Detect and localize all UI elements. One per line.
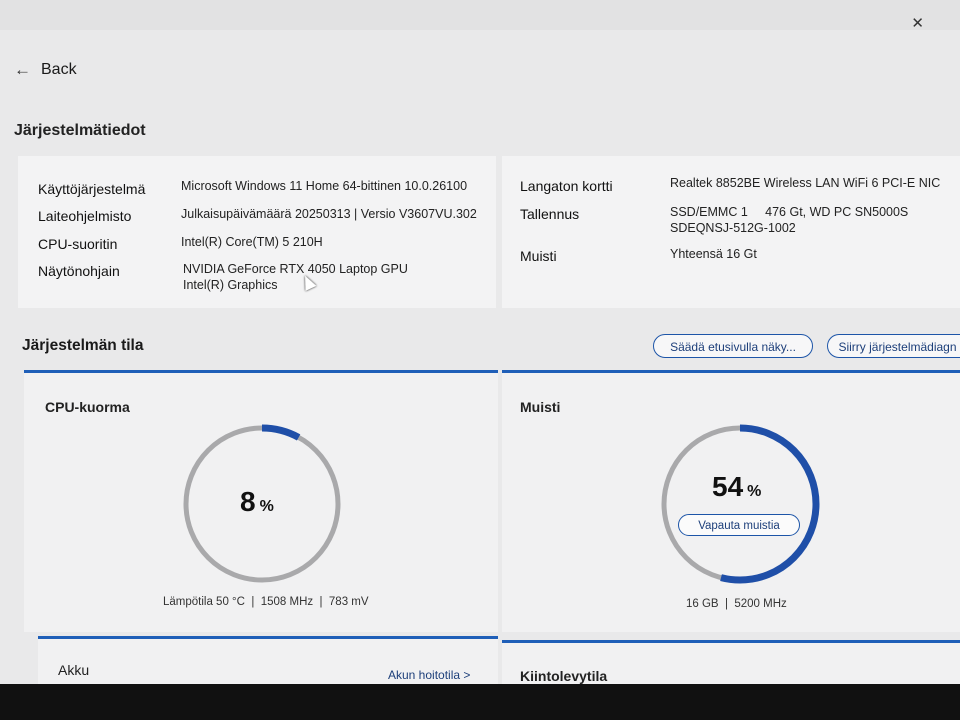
gpu-value-2: Intel(R) Graphics: [183, 278, 278, 292]
battery-care-link[interactable]: Akun hoitotila >: [388, 668, 470, 682]
battery-title: Akku: [58, 662, 90, 678]
storage-label: Tallennus: [520, 206, 580, 222]
memory-percent: 54: [712, 471, 744, 502]
cpu-value: Intel(R) Core(TM) 5 210H: [181, 235, 323, 249]
battery-accent-bar: [38, 636, 498, 639]
cpu-percent-unit: %: [259, 498, 274, 515]
cpu-details: Lämpötila 50 °C | 1508 MHz | 783 mV: [163, 596, 369, 608]
free-memory-button[interactable]: Vapauta muistia: [678, 514, 800, 536]
wifi-label: Langaton kortti: [520, 178, 613, 194]
gpu-label: Näytönohjain: [38, 263, 120, 279]
window-titlebar: ✕: [0, 0, 960, 32]
memory-percent-readout: 54%: [712, 471, 761, 503]
firmware-value: Julkaisupäivämäärä 20250313 | Versio V36…: [181, 207, 477, 221]
diagnostics-button[interactable]: Siirry järjestelmädiagn: [827, 334, 960, 358]
os-label: Käyttöjärjestelmä: [38, 181, 146, 197]
storage-value-2: SDEQNSJ-512G-1002: [670, 221, 796, 235]
gpu-value: NVIDIA GeForce RTX 4050 Laptop GPU: [183, 262, 408, 276]
back-label: Back: [41, 61, 77, 78]
memory-gauge: [660, 424, 820, 584]
disk-accent-bar: [502, 640, 960, 643]
back-arrow-icon: ←: [14, 60, 31, 79]
cpu-percent: 8: [240, 486, 256, 517]
disk-panel: Kiintolevytila: [502, 640, 960, 684]
system-info-card-left: Käyttöjärjestelmä Microsoft Windows 11 H…: [18, 156, 496, 308]
page-title: Järjestelmätiedot: [14, 122, 146, 139]
memory-label: Muisti: [520, 248, 557, 264]
memory-details: 16 GB | 5200 MHz: [686, 598, 787, 610]
cpu-panel: CPU-kuorma 8% Lämpötila 50 °C | 1508 MHz…: [24, 370, 498, 632]
system-info-card-right: Langaton kortti Realtek 8852BE Wireless …: [502, 156, 960, 308]
firmware-label: Laiteohjelmisto: [38, 208, 132, 224]
wifi-value: Realtek 8852BE Wireless LAN WiFi 6 PCI-E…: [670, 176, 941, 190]
memory-value: Yhteensä 16 Gt: [670, 247, 757, 261]
memory-accent-bar: [502, 370, 960, 373]
customize-home-button[interactable]: Säädä etusivulla näky...: [653, 334, 813, 358]
back-button[interactable]: ← Back: [14, 60, 77, 80]
memory-title: Muisti: [520, 399, 561, 415]
close-icon[interactable]: ✕: [911, 14, 924, 32]
cpu-title: CPU-kuorma: [45, 399, 130, 415]
system-status-title: Järjestelmän tila: [22, 337, 144, 354]
disk-title: Kiintolevytila: [520, 668, 608, 684]
cpu-accent-bar: [24, 370, 498, 373]
memory-panel: Muisti 54% Vapauta muistia 16 GB | 5200 …: [502, 370, 960, 632]
bottom-bezel: [0, 684, 960, 720]
memory-percent-unit: %: [747, 483, 762, 500]
battery-panel: Akku Akun hoitotila >: [38, 636, 498, 684]
os-value: Microsoft Windows 11 Home 64-bittinen 10…: [181, 179, 468, 193]
cpu-percent-readout: 8%: [240, 486, 274, 518]
storage-value: SSD/EMMC 1 476 Gt, WD PC SN5000S: [670, 205, 909, 219]
cpu-label: CPU-suoritin: [38, 236, 118, 252]
